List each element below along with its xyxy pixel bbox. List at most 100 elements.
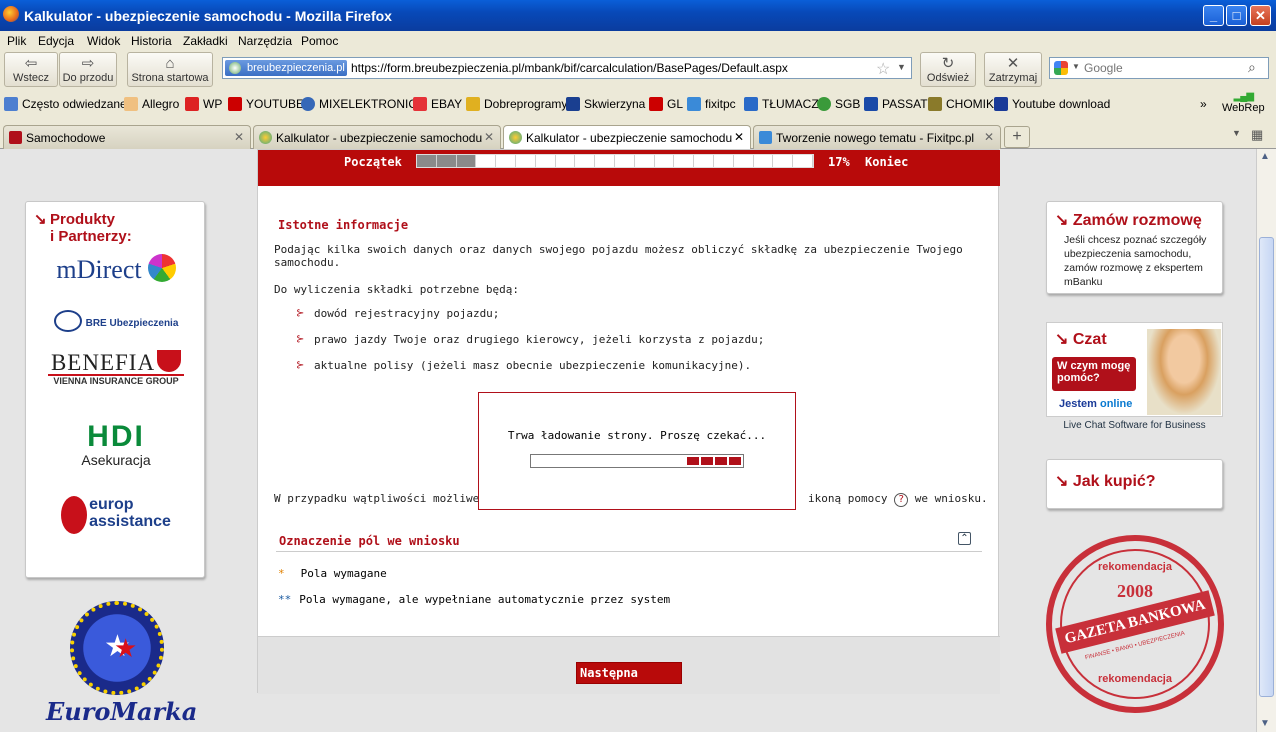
home-label: Strona startowa [131, 72, 209, 84]
bookmark-item[interactable]: TŁUMACZ [744, 97, 819, 111]
chat-title: ↘ Czat [1055, 329, 1107, 349]
loading-block [729, 457, 741, 465]
menu-view[interactable]: Widok [87, 34, 120, 48]
bookmark-item[interactable]: MIXELEKTRONICS [301, 97, 425, 111]
benefia-subtitle: VIENNA INSURANCE GROUP [48, 374, 184, 386]
bookmark-item[interactable]: PASSAT [864, 97, 928, 111]
bookmark-item[interactable]: Często odwiedzane [4, 97, 127, 111]
progress-segment [674, 155, 695, 167]
menu-tools[interactable]: Narzędzia [238, 34, 292, 48]
minimize-button[interactable]: _ [1203, 5, 1224, 26]
menu-bookmarks[interactable]: Zakładki [183, 34, 228, 48]
bookmark-item[interactable]: WP [185, 97, 222, 111]
engine-dropdown-icon[interactable]: ▼ [1072, 62, 1080, 71]
forward-arrow-icon: ⇨ [81, 55, 95, 72]
new-tab-button[interactable]: + [1004, 126, 1030, 148]
hdi-subtitle: Asekuracja [81, 452, 151, 468]
url-dropdown-icon[interactable]: ▼ [897, 62, 906, 72]
bookmarks-toolbar: Często odwiedzane Allegro WP YOUTUBE MIX… [0, 91, 1276, 117]
menu-file[interactable]: Plik [7, 34, 26, 48]
collapse-icon[interactable]: ⌃ [958, 532, 971, 545]
progress-header: Początek 17% Koniec [258, 150, 1000, 186]
scroll-down-icon[interactable]: ▼ [1260, 718, 1270, 729]
bookmark-item[interactable]: Skwierzyna [566, 97, 645, 111]
search-input[interactable] [1084, 59, 1244, 77]
tab-kalkulator-2[interactable]: Kalkulator - ubezpieczenie samochodu ✕ [503, 125, 751, 150]
hdi-logo[interactable]: HDI Asekuracja [26, 422, 206, 469]
progress-percent: 17% [828, 155, 850, 169]
vertical-scrollbar[interactable]: ▲ ▼ [1256, 149, 1276, 732]
progress-segment [793, 155, 813, 167]
bookmark-item[interactable]: GL [649, 97, 683, 111]
tab-close-icon[interactable]: ✕ [734, 130, 744, 144]
tab-close-icon[interactable]: ✕ [484, 130, 494, 144]
ebay-icon [413, 97, 427, 111]
tab-fixitpc[interactable]: Tworzenie nowego tematu - Fixitpc.pl ✕ [753, 125, 1001, 149]
bookmark-item[interactable]: Allegro [124, 97, 179, 111]
home-button[interactable]: ⌂ Strona startowa [127, 52, 213, 87]
how-to-buy-box[interactable]: ↘ Jak kupić? [1046, 459, 1223, 509]
tab-favicon [259, 131, 272, 144]
menu-edit[interactable]: Edycja [38, 34, 74, 48]
site-identity-badge[interactable]: breubezpieczenia.pl [225, 60, 347, 76]
forward-button[interactable]: ⇨ Do przodu [59, 52, 117, 87]
maximize-button[interactable]: □ [1226, 5, 1247, 26]
bookmark-label: Często odwiedzane [22, 97, 127, 111]
bookmark-item[interactable]: YOUTUBE [228, 97, 304, 111]
tab-list-icon[interactable]: ▼ [1232, 128, 1241, 138]
tab-samochodowe[interactable]: Samochodowe ✕ [3, 125, 251, 149]
form-footer: Następna [258, 636, 1000, 694]
euromarka-logo[interactable]: ★ ★ EuroMarka [46, 601, 197, 732]
red-arrow-icon: ↘ [1055, 473, 1069, 490]
help-text-right: ikoną pomocy ? we wniosku. [808, 492, 988, 507]
chat-widget[interactable]: ↘ Czat W czym mogę pomóc? Jestem online [1046, 322, 1223, 417]
benefia-logo-text: BENEFIA [50, 350, 156, 375]
bookmark-item[interactable]: EBAY [413, 97, 462, 111]
webrep-button[interactable]: ▂▄▆ WebRep [1222, 91, 1265, 114]
order-call-box[interactable]: ↘ Zamów rozmowę Jeśli chcesz poznać szcz… [1046, 201, 1223, 294]
next-button[interactable]: Następna [576, 662, 682, 684]
partners-panel: ↘ Produkty i Partnerzy: mDirect BRE Ubezpi… [25, 201, 205, 578]
scroll-thumb[interactable] [1259, 237, 1274, 697]
progress-segment [615, 155, 635, 167]
google-engine-icon[interactable] [1054, 61, 1068, 75]
reload-button[interactable]: ↻ Odśwież [920, 52, 976, 87]
bookmark-item[interactable]: Youtube download [994, 97, 1110, 111]
mix-icon [301, 97, 315, 111]
search-box[interactable]: ▼ ⌕ [1049, 57, 1269, 79]
webrep-bars-icon: ▂▄▆ [1233, 91, 1254, 102]
europ-assistance-logo[interactable]: europ assistance [26, 496, 206, 534]
bookmark-item[interactable]: CHOMIK [928, 97, 994, 111]
reload-label: Odśwież [926, 72, 970, 84]
stop-button[interactable]: ✕ Zatrzymaj [984, 52, 1042, 87]
bookmark-item[interactable]: Dobreprogramy [466, 97, 567, 111]
mdirect-logo[interactable]: mDirect [26, 254, 206, 285]
help-icon[interactable]: ? [894, 493, 909, 507]
tab-strip: Samochodowe ✕ Kalkulator - ubezpieczenie … [0, 123, 1276, 150]
bre-logo[interactable]: BRE Ubezpieczenia [26, 310, 206, 332]
chat-caption-link[interactable]: Live Chat Software for Business [1046, 420, 1223, 431]
tab-label: Tworzenie nowego tematu - Fixitpc.pl [776, 131, 975, 145]
menu-help[interactable]: Pomoc [301, 34, 338, 48]
window-titlebar: Kalkulator - ubezpieczenie samochodu - M… [0, 0, 1276, 31]
tab-close-icon[interactable]: ✕ [234, 130, 244, 144]
bookmark-star-icon[interactable]: ☆ [876, 59, 890, 79]
search-icon[interactable]: ⌕ [1248, 59, 1256, 76]
url-text[interactable]: https://form.breubezpieczenia.pl/mbank/b… [351, 61, 788, 75]
menu-history[interactable]: Historia [131, 34, 172, 48]
back-button[interactable]: ⇦ Wstecz [4, 52, 58, 87]
tab-kalkulator-1[interactable]: Kalkulator - ubezpieczenie samochodu ✕ [253, 125, 501, 149]
progress-segment [436, 155, 457, 167]
bookmark-item[interactable]: SGB [817, 97, 860, 111]
scroll-up-icon[interactable]: ▲ [1260, 151, 1270, 162]
menu-bar: Plik Edycja Widok Historia Zakładki Narz… [0, 31, 1276, 51]
bookmarks-overflow-chevron[interactable]: » [1200, 97, 1207, 111]
address-bar[interactable]: breubezpieczenia.pl https://form.breubez… [222, 57, 912, 79]
benefia-logo[interactable]: BENEFIA VIENNA INSURANCE GROUP [26, 350, 206, 386]
bullet-arrow-icon: ⊱ [296, 334, 305, 345]
bookmark-item[interactable]: fixitpc [687, 97, 736, 111]
gazeta-bankowa-stamp: rekomendacja 2008 GAZETA BANKOWA FINANSE… [1046, 535, 1224, 713]
close-window-button[interactable]: ✕ [1250, 5, 1271, 26]
tab-close-icon[interactable]: ✕ [984, 130, 994, 144]
tab-grid-icon[interactable]: ▦ [1251, 127, 1263, 143]
